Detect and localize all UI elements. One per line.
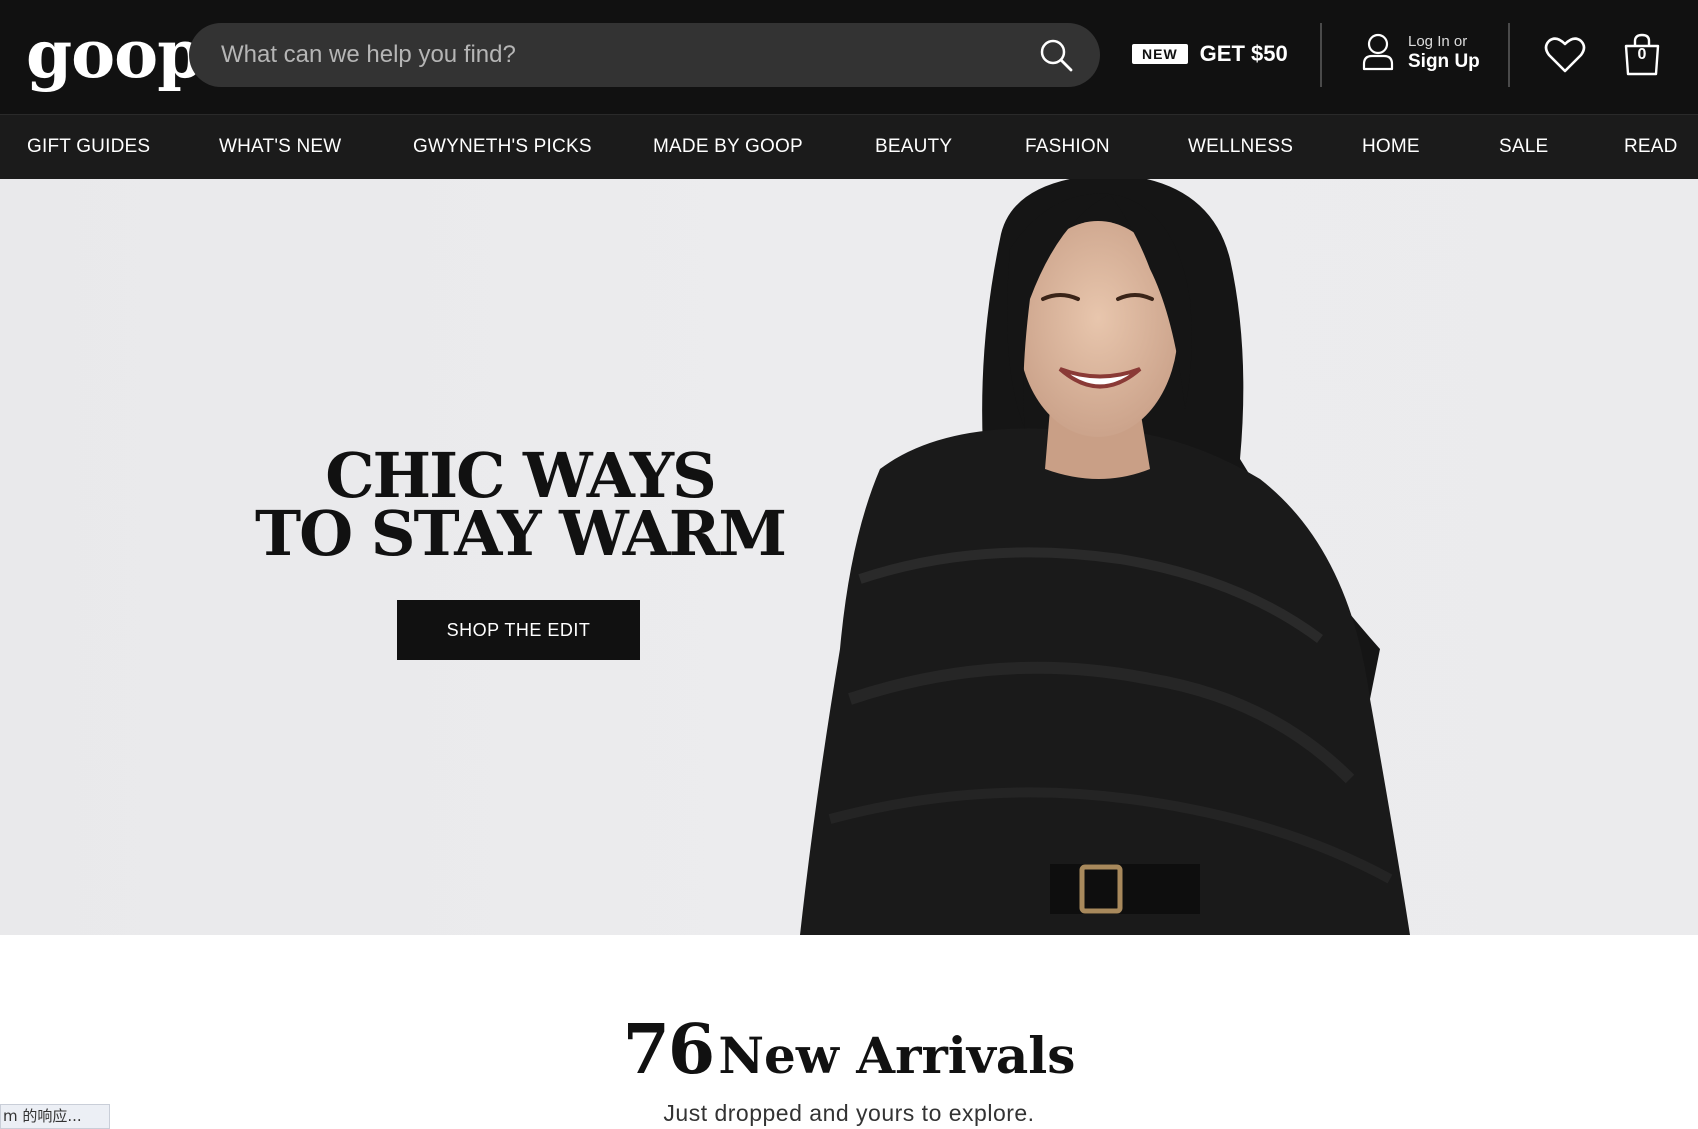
new-arrivals-count: 76 bbox=[622, 1010, 716, 1090]
promo-text: GET $50 bbox=[1199, 41, 1288, 66]
user-icon bbox=[1362, 33, 1394, 71]
promo-link[interactable]: NEW GET $50 bbox=[1132, 38, 1288, 70]
nav-made-by-goop[interactable]: MADE BY GOOP bbox=[653, 115, 803, 180]
wishlist-heart-icon[interactable] bbox=[1544, 34, 1586, 74]
header-divider bbox=[1320, 23, 1322, 87]
hero-banner[interactable]: CHIC WAYS TO STAY WARM SHOP THE EDIT bbox=[0, 179, 1698, 935]
browser-status-bar: m 的响应... bbox=[0, 1104, 110, 1129]
nav-fashion[interactable]: FASHION bbox=[1025, 115, 1110, 180]
hero-headline: CHIC WAYS TO STAY WARM bbox=[230, 445, 810, 570]
nav-home[interactable]: HOME bbox=[1362, 115, 1420, 180]
nav-gwyneths-picks[interactable]: GWYNETH'S PICKS bbox=[413, 115, 592, 180]
nav-whats-new[interactable]: WHAT'S NEW bbox=[219, 115, 341, 180]
header-divider bbox=[1508, 23, 1510, 87]
nav-gift-guides[interactable]: GIFT GUIDES bbox=[27, 115, 150, 180]
goop-logo[interactable]: goop bbox=[26, 14, 203, 94]
shop-the-edit-button[interactable]: SHOP THE EDIT bbox=[397, 600, 640, 660]
login-label: Log In or bbox=[1408, 33, 1468, 50]
signup-label: Sign Up bbox=[1408, 51, 1480, 72]
new-arrivals-subtitle: Just dropped and yours to explore. bbox=[663, 1100, 1035, 1126]
search-bar bbox=[189, 23, 1100, 87]
search-input[interactable] bbox=[221, 23, 1001, 87]
nav-wellness[interactable]: WELLNESS bbox=[1188, 115, 1293, 180]
nav-beauty[interactable]: BEAUTY bbox=[875, 115, 952, 180]
new-badge: NEW bbox=[1132, 44, 1188, 64]
shopping-bag-icon[interactable]: 0 bbox=[1622, 32, 1662, 78]
nav-sale[interactable]: SALE bbox=[1499, 115, 1548, 180]
main-nav: GIFT GUIDES WHAT'S NEW GWYNETH'S PICKS M… bbox=[0, 114, 1698, 179]
cart-count: 0 bbox=[1637, 46, 1647, 63]
new-arrivals-heading: 76 New Arrivals bbox=[0, 1010, 1698, 1090]
search-icon[interactable] bbox=[1038, 37, 1074, 73]
account-link[interactable]: Log In or Sign Up bbox=[1362, 32, 1480, 72]
top-header: goop NEW GET $50 Log In or Sign Up bbox=[0, 0, 1698, 114]
new-arrivals-title: New Arrivals bbox=[718, 1026, 1076, 1085]
hero-headline-line2: TO STAY WARM bbox=[254, 497, 787, 570]
nav-read[interactable]: READ bbox=[1624, 115, 1678, 180]
